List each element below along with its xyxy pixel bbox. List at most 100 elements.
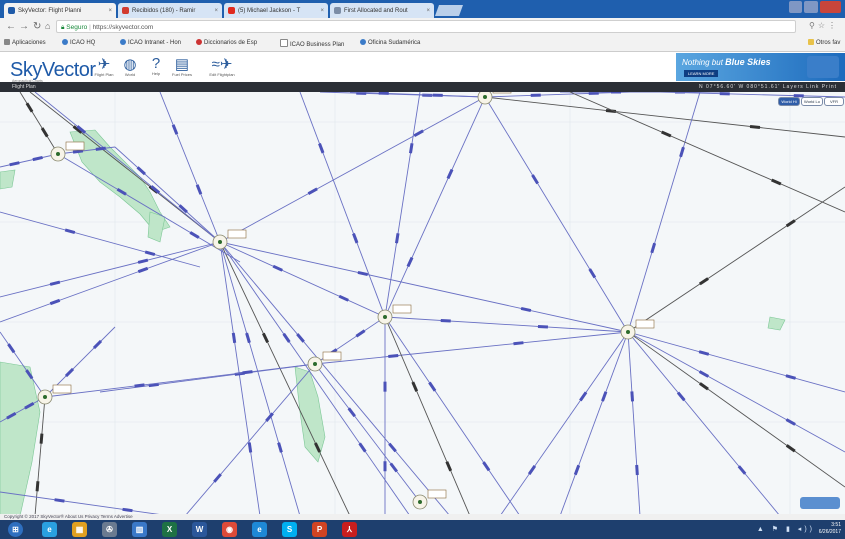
airway-segment-marker [588, 268, 597, 279]
ie-icon[interactable]: e [42, 522, 57, 537]
airway-segment-marker [749, 124, 761, 130]
bookmark-apps[interactable]: Aplicaciones [4, 39, 46, 46]
back-arrow-icon[interactable]: ← [6, 21, 16, 32]
airway-segment-marker [137, 266, 149, 274]
bookmark-oficina[interactable]: Oficina Sudamérica [360, 39, 420, 46]
airway-segment-marker [698, 370, 710, 378]
tab-document[interactable]: First Allocated and Rout × [330, 3, 434, 18]
secure-label: Seguro [66, 24, 88, 31]
tab-gmail[interactable]: Recibidos (180) - Ramir × [118, 3, 222, 18]
enroute-chart[interactable] [0, 92, 845, 516]
world-icon[interactable]: ◍ World [120, 55, 140, 77]
world-hi-button[interactable]: World Hi [778, 97, 800, 106]
powerpoint-icon[interactable]: P [312, 522, 327, 537]
window-controls [789, 1, 841, 13]
airway-segment-marker [650, 242, 657, 254]
chrome-icon[interactable]: ◉ [222, 522, 237, 537]
zoom-icon[interactable]: ⚲ [809, 21, 818, 30]
airway-segment-marker [611, 92, 621, 94]
bookmark-label: Oficina Sudamérica [368, 40, 421, 46]
airway-segment-marker [383, 381, 387, 392]
fuel-icon[interactable]: ▤ Fuel Prices [172, 55, 192, 77]
airway-segment-marker [411, 381, 419, 392]
acrobat-icon[interactable]: ⅄ [342, 522, 357, 537]
close-tab-icon[interactable]: × [423, 8, 430, 14]
vor-center-icon [313, 362, 317, 366]
close-tab-icon[interactable]: × [105, 8, 112, 14]
station-info-box[interactable] [635, 319, 655, 329]
icao-icon [120, 39, 126, 45]
airplane-logo-icon[interactable]: ≈✈ Edit Flightplan [204, 55, 240, 77]
minimize-button[interactable] [789, 1, 803, 13]
station-info-box[interactable] [427, 489, 447, 499]
airway-segment-marker [394, 233, 400, 244]
bookmark-otros[interactable]: Otros fav [808, 39, 840, 46]
maximize-button[interactable] [804, 1, 818, 13]
reload-icon[interactable]: ↻ [33, 21, 41, 32]
airway-segment-marker [601, 391, 608, 402]
close-tab-icon[interactable]: × [317, 8, 324, 14]
station-info-box[interactable] [227, 229, 247, 239]
airway-line [219, 241, 351, 516]
map-scale-control[interactable] [800, 497, 840, 509]
station-info-box[interactable] [392, 304, 412, 314]
airway-line [499, 331, 629, 516]
chart-grid [0, 92, 845, 516]
airway-segment-marker [242, 370, 253, 375]
window-close-button[interactable] [819, 1, 841, 13]
airway-segment-marker [388, 442, 397, 453]
help-icon[interactable]: ? Help [146, 55, 166, 76]
toolbar-right[interactable]: N 07°56.60' W 080°51.61' Layers Link Pri… [699, 82, 837, 92]
world-lo-button[interactable]: World Lo [801, 97, 823, 106]
station-info-box[interactable] [322, 351, 342, 361]
skype-icon[interactable]: S [282, 522, 297, 537]
airway-segment-marker [530, 93, 541, 97]
airway-line [219, 241, 301, 516]
explorer-icon[interactable]: ▦ [72, 522, 87, 537]
bookmarks-bar: Aplicaciones ICAO HQ ICAO Intranet - Hon… [0, 36, 845, 52]
station-info-box[interactable] [65, 141, 85, 151]
icon-label: Fuel Prices [172, 72, 193, 77]
new-tab-button[interactable] [434, 5, 464, 16]
airway-line [384, 316, 471, 516]
forward-arrow-icon[interactable]: → [19, 21, 29, 32]
start-button[interactable]: ⊞ [8, 522, 23, 537]
icao-icon [62, 39, 68, 45]
vor-center-icon [483, 95, 487, 99]
airway-line [484, 96, 629, 333]
home-icon[interactable]: ⌂ [45, 21, 50, 31]
bookmark-diccionarios[interactable]: Diccionarios de Esp [196, 39, 257, 46]
menu-icon[interactable]: ⋮ [828, 21, 839, 30]
url-input[interactable]: 🔒︎ Seguro | https://skyvector.com [56, 20, 796, 33]
station-info-box[interactable] [492, 92, 512, 94]
airway-line [0, 241, 221, 298]
airway-segment-marker [383, 461, 387, 472]
vfr-button[interactable]: VFR [824, 97, 844, 106]
flight-plan-tab[interactable]: Flight Plan [12, 82, 36, 92]
tab-youtube[interactable]: (5) Michael Jackson - T × [224, 3, 328, 18]
calendar-icon[interactable]: ▥ [132, 522, 147, 537]
icon-label: Help [151, 71, 161, 76]
bookmark-icao-hq[interactable]: ICAO HQ [62, 39, 95, 46]
airway-segment-marker [358, 442, 367, 453]
ad-learn-more-button[interactable]: LEARN MORE [684, 70, 719, 77]
bookmark-business-plan[interactable]: ICAO Business Plan [280, 39, 344, 48]
star-icon[interactable]: ☆ [818, 21, 828, 30]
settings-icon[interactable]: ✇ [102, 522, 117, 537]
flight-plan-icon[interactable]: ✈ Flight Plan [94, 55, 114, 77]
ie2-icon[interactable]: e [252, 522, 267, 537]
airway-segment-marker [446, 168, 454, 180]
advertisement-banner[interactable]: Nothing but Blue Skies LEARN MORE [676, 53, 845, 81]
airway-line [0, 491, 171, 516]
airway-line [384, 316, 521, 516]
airway-line [627, 331, 641, 516]
tab-skyvector[interactable]: SkyVector: Flight Planni × [4, 3, 116, 18]
system-tray[interactable]: ▲ ⚑ ▮ ◂)) [757, 525, 815, 533]
station-info-box[interactable] [52, 384, 72, 394]
word-icon[interactable]: W [192, 522, 207, 537]
excel-icon[interactable]: X [162, 522, 177, 537]
close-tab-icon[interactable]: × [211, 8, 218, 14]
bookmark-icao-intranet[interactable]: ICAO Intranet - Hon [120, 39, 181, 46]
aeronautical-chart-map[interactable]: World Hi World Lo VFR [0, 92, 845, 516]
taskbar-clock[interactable]: 3:51 6/26/2017 [819, 522, 841, 536]
